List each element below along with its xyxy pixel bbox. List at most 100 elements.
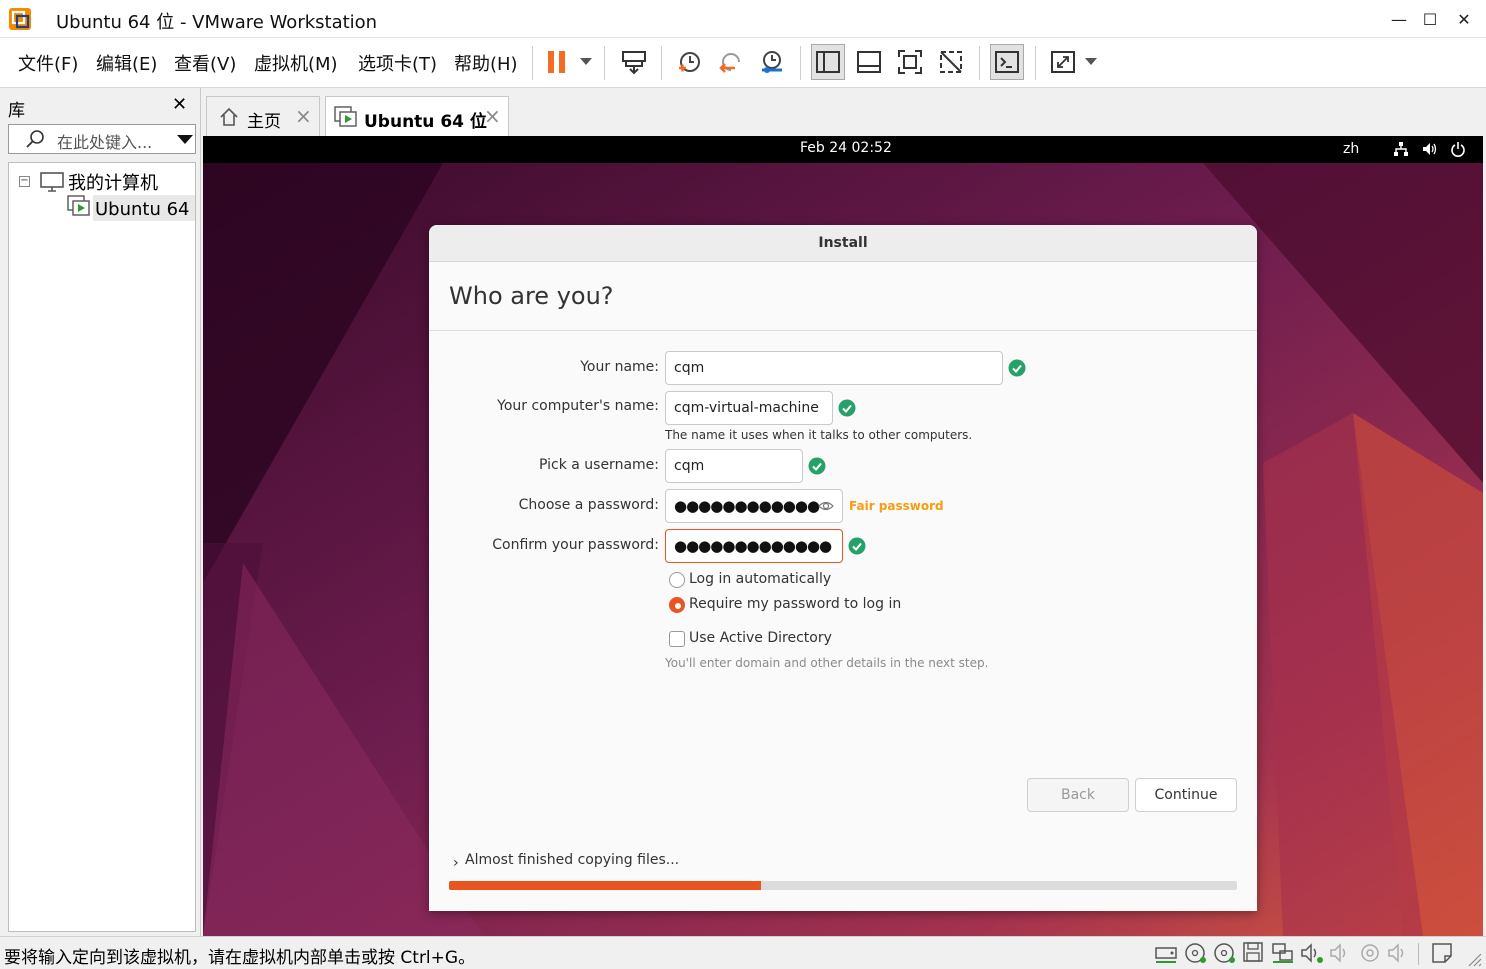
computer-name-input[interactable]: cqm-virtual-machine <box>665 391 833 425</box>
back-button[interactable]: Back <box>1027 778 1129 812</box>
active-directory-checkbox[interactable] <box>669 631 685 647</box>
show-thumbnail-bar-button[interactable] <box>852 44 886 80</box>
close-icon[interactable]: × <box>295 104 312 128</box>
computer-name-hint: The name it uses when it talks to other … <box>665 428 973 442</box>
close-window-button[interactable]: ✕ <box>1447 4 1481 34</box>
input-language[interactable]: zh <box>1343 141 1359 157</box>
pause-icon <box>548 51 565 73</box>
dialog-heading-area: Who are you? <box>429 262 1257 331</box>
pause-dropdown-icon[interactable] <box>580 58 592 65</box>
snapshot-icon <box>679 52 700 72</box>
page-title: Who are you? <box>449 282 614 310</box>
dialog-header: Install <box>429 225 1257 262</box>
hard-disk-icon[interactable] <box>1154 942 1178 964</box>
network-icon[interactable] <box>1393 141 1409 157</box>
library-panel-icon <box>816 51 840 73</box>
minimize-button[interactable]: — <box>1382 4 1416 34</box>
require-password-label[interactable]: Require my password to log in <box>689 596 901 612</box>
collapse-icon[interactable]: − <box>19 176 30 187</box>
speaker-icon[interactable] <box>1387 942 1411 964</box>
power-icon[interactable] <box>1450 141 1466 157</box>
stretch-dropdown-icon[interactable] <box>1085 58 1097 65</box>
tab-ubuntu[interactable]: Ubuntu 64 位 × <box>325 96 509 136</box>
menu-vm[interactable]: 虚拟机(M) <box>254 50 338 76</box>
confirm-password-value: ●●●●●●●●●●●●● <box>674 537 832 555</box>
revert-snapshot-button[interactable] <box>714 44 748 80</box>
auto-login-label[interactable]: Log in automatically <box>689 571 831 587</box>
floppy-icon[interactable] <box>1242 942 1266 964</box>
usb-icon[interactable] <box>1358 942 1382 964</box>
password-label: Choose a password: <box>518 497 659 513</box>
volume-icon[interactable] <box>1422 141 1438 157</box>
stretch-guest-button[interactable] <box>1046 44 1080 80</box>
your-name-input[interactable]: cqm <box>665 351 1003 385</box>
resize-grip-icon[interactable] <box>1466 951 1482 967</box>
pause-button[interactable] <box>540 44 574 80</box>
status-separator <box>1418 943 1419 965</box>
tab-home-label: 主页 <box>247 112 281 132</box>
username-label: Pick a username: <box>538 457 659 473</box>
vm-screen[interactable]: Feb 24 02:52 zh Install Who are you? You… <box>203 136 1483 936</box>
minimize-icon: — <box>1391 9 1407 29</box>
password-strength: Fair password <box>849 499 944 513</box>
sound-icon[interactable] <box>1329 942 1353 964</box>
menu-file[interactable]: 文件(F) <box>18 50 78 76</box>
username-input[interactable]: cqm <box>665 449 803 483</box>
home-icon <box>220 107 238 126</box>
library-search-placeholder: 在此处键入... <box>57 133 153 152</box>
unity-mode-button[interactable] <box>934 44 968 80</box>
toolbar-separator <box>979 46 980 80</box>
maximize-button[interactable]: ☐ <box>1413 4 1447 34</box>
console-view-button[interactable] <box>990 44 1024 80</box>
password-input[interactable]: ●●●●●●●●●●●● <box>665 489 843 523</box>
my-computer-icon <box>40 172 64 192</box>
toolbar-separator <box>532 46 533 80</box>
menu-edit[interactable]: 编辑(E) <box>96 50 157 76</box>
your-name-label: Your name: <box>580 359 659 375</box>
clock[interactable]: Feb 24 02:52 <box>800 140 892 156</box>
tab-home[interactable]: 主页 × <box>206 96 320 136</box>
toolbar-separator <box>604 46 605 80</box>
snapshot-manager-icon <box>762 51 782 73</box>
close-icon[interactable]: × <box>484 104 501 128</box>
show-password-icon[interactable] <box>818 498 834 514</box>
full-screen-button[interactable] <box>893 44 927 80</box>
window-title: Ubuntu 64 位 - VMware Workstation <box>56 12 378 33</box>
tab-strip: 主页 × Ubuntu 64 位 × <box>203 88 1486 136</box>
confirm-password-input[interactable]: ●●●●●●●●●●●●● <box>665 529 843 563</box>
auto-login-radio[interactable] <box>669 572 685 588</box>
full-screen-icon <box>898 50 922 74</box>
status-text: 要将输入定向到该虚拟机，请在虚拟机内部单击或按 Ctrl+G。 <box>4 948 476 968</box>
chevron-right-icon[interactable]: › <box>453 855 459 871</box>
menu-view[interactable]: 查看(V) <box>174 50 236 76</box>
active-directory-label[interactable]: Use Active Directory <box>689 630 832 646</box>
unity-icon <box>940 51 962 73</box>
installer-dialog: Install Who are you? Your name: cqm Your… <box>429 225 1257 911</box>
continue-button[interactable]: Continue <box>1135 778 1237 812</box>
cd-dvd-icon[interactable] <box>1184 942 1208 964</box>
menu-help[interactable]: 帮助(H) <box>454 50 518 76</box>
message-icon[interactable] <box>1430 942 1454 964</box>
revert-snapshot-icon <box>719 53 740 73</box>
send-keys-icon <box>622 51 646 75</box>
show-library-button[interactable] <box>811 44 845 80</box>
menu-tabs[interactable]: 选项卡(T) <box>358 50 437 76</box>
cd-dvd-icon[interactable] <box>1213 942 1237 964</box>
library-close-button[interactable]: ✕ <box>172 94 187 115</box>
close-icon: ✕ <box>1457 9 1471 29</box>
tree-item-my-computer[interactable]: 我的计算机 <box>68 169 158 195</box>
send-ctrl-alt-del-button[interactable] <box>617 44 651 80</box>
thumbnail-bar-icon <box>857 51 881 73</box>
take-snapshot-button[interactable] <box>672 44 706 80</box>
snapshot-manager-button[interactable] <box>755 44 789 80</box>
network-adapter-icon[interactable] <box>1271 942 1295 964</box>
title-bar: Ubuntu 64 位 - VMware Workstation — ☐ ✕ <box>0 0 1486 38</box>
sound-card-icon[interactable] <box>1300 942 1324 964</box>
require-password-radio[interactable] <box>669 597 685 613</box>
gnome-top-bar: Feb 24 02:52 zh <box>203 136 1483 163</box>
library-search-input[interactable]: 在此处键入... <box>8 124 196 154</box>
menu-toolbar: 文件(F) 编辑(E) 查看(V) 虚拟机(M) 选项卡(T) 帮助(H) <box>0 38 1486 88</box>
tree-item-ubuntu[interactable]: Ubuntu 64 位 <box>93 195 195 221</box>
chevron-down-icon[interactable] <box>177 135 193 144</box>
search-icon <box>26 130 44 148</box>
